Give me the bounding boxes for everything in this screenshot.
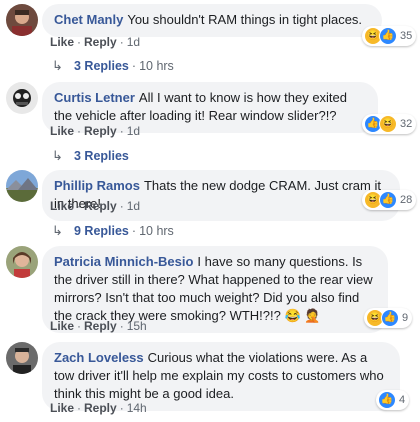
avatar[interactable] <box>6 246 38 278</box>
comment-actions: Like · Reply · 1d <box>50 199 141 213</box>
like-link[interactable]: Like <box>50 124 74 138</box>
comment: Phillip Ramos Thats the new dodge CRAM. J… <box>0 168 420 244</box>
reply-link[interactable]: Reply <box>84 401 117 415</box>
comment-actions: Like · Reply · 15h <box>50 319 147 333</box>
emoji: 😂 🤦 <box>284 308 321 323</box>
comment: Curtis Letner All I want to know is how t… <box>0 80 420 168</box>
reply-arrow-icon: ↳ <box>52 58 63 73</box>
reply-arrow-icon: ↳ <box>52 223 63 238</box>
reaction-count: 28 <box>400 194 413 206</box>
comment-actions: Like · Reply · 1d <box>50 35 141 49</box>
comment-author[interactable]: Zach Loveless <box>54 350 144 365</box>
reply-arrow-icon: ↳ <box>52 148 63 163</box>
timestamp[interactable]: 14h <box>127 401 147 415</box>
reply-link[interactable]: Reply <box>84 319 117 333</box>
view-replies[interactable]: ↳ 3 Replies · 10 hrs <box>52 58 174 74</box>
comment-bubble: Chet Manly You shouldn't RAM things in ti… <box>42 4 382 37</box>
timestamp[interactable]: 1d <box>127 124 140 138</box>
replies-link[interactable]: 3 Replies <box>74 59 129 73</box>
haha-icon: 😆 <box>379 115 397 133</box>
reaction-summary[interactable]: 👍 4 <box>376 390 410 410</box>
view-replies[interactable]: ↳ 3 Replies <box>52 148 129 164</box>
comment: Patricia Minnich-Besio I have so many que… <box>0 244 420 340</box>
reaction-count: 32 <box>400 118 413 130</box>
reaction-summary[interactable]: 😆 👍 28 <box>362 190 417 210</box>
like-link[interactable]: Like <box>50 401 74 415</box>
avatar[interactable] <box>6 170 38 202</box>
reaction-summary[interactable]: 😆 👍 35 <box>362 26 417 46</box>
reply-link[interactable]: Reply <box>84 35 117 49</box>
like-icon: 👍 <box>379 191 397 209</box>
replies-link[interactable]: 9 Replies <box>74 224 129 238</box>
comment-author[interactable]: Chet Manly <box>54 12 123 27</box>
timestamp[interactable]: 1d <box>127 199 140 213</box>
timestamp[interactable]: 15h <box>127 319 147 333</box>
comment-author[interactable]: Patricia Minnich-Besio <box>54 254 193 269</box>
reaction-count: 35 <box>400 30 413 42</box>
like-icon: 👍 <box>381 309 399 327</box>
reply-link[interactable]: Reply <box>84 199 117 213</box>
comment: Chet Manly You shouldn't RAM things in ti… <box>0 0 420 80</box>
like-link[interactable]: Like <box>50 35 74 49</box>
timestamp[interactable]: 1d <box>127 35 140 49</box>
avatar[interactable] <box>6 4 38 36</box>
avatar[interactable] <box>6 342 38 374</box>
avatar[interactable] <box>6 82 38 114</box>
comment-actions: Like · Reply · 14h <box>50 401 147 415</box>
reaction-summary[interactable]: 👍 😆 32 <box>362 114 417 134</box>
comment-author[interactable]: Curtis Letner <box>54 90 135 105</box>
view-replies[interactable]: ↳ 9 Replies · 10 hrs <box>52 223 174 239</box>
like-icon: 👍 <box>378 391 396 409</box>
comment-text: You shouldn't RAM things in tight places… <box>127 12 363 27</box>
reaction-count: 9 <box>402 312 409 324</box>
reaction-count: 4 <box>399 394 406 406</box>
comment-actions: Like · Reply · 1d <box>50 124 141 138</box>
like-link[interactable]: Like <box>50 199 74 213</box>
reply-link[interactable]: Reply <box>84 124 117 138</box>
comment: Zach Loveless Curious what the violations… <box>0 340 420 422</box>
like-link[interactable]: Like <box>50 319 74 333</box>
replies-link[interactable]: 3 Replies <box>74 149 129 163</box>
replies-time: 10 hrs <box>139 59 174 73</box>
replies-time: 10 hrs <box>139 224 174 238</box>
comment-author[interactable]: Phillip Ramos <box>54 178 140 193</box>
like-icon: 👍 <box>379 27 397 45</box>
reaction-summary[interactable]: 😆 👍 9 <box>364 308 413 328</box>
